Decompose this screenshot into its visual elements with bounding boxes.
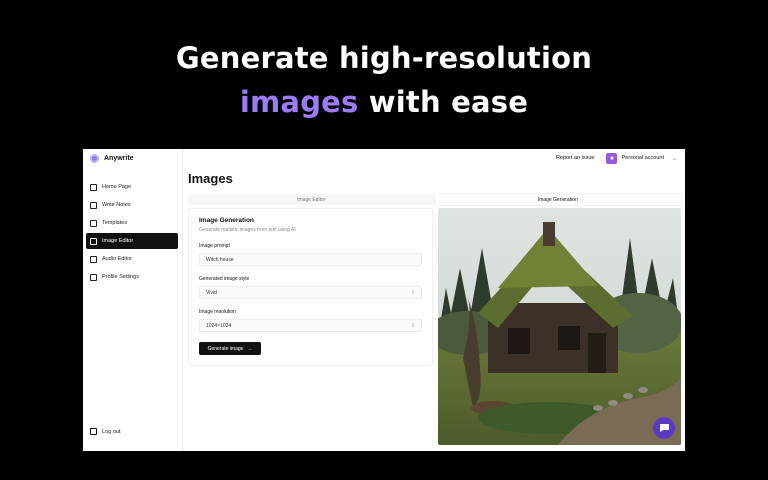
settings-icon bbox=[90, 273, 97, 281]
sidebar-item-home[interactable]: Home Page bbox=[86, 179, 178, 195]
logout-icon bbox=[90, 428, 97, 435]
prompt-label: Image prompt bbox=[199, 243, 230, 249]
brand-logo-icon bbox=[90, 154, 99, 163]
notes-icon bbox=[90, 201, 97, 209]
hero-line-1: Generate high-resolution bbox=[175, 41, 593, 75]
logout-button[interactable]: Log out bbox=[90, 428, 120, 435]
sidebar-item-audio-editor[interactable]: Audio Editor bbox=[86, 251, 178, 267]
brand[interactable]: Anywrite bbox=[90, 154, 134, 163]
image-icon bbox=[90, 237, 97, 245]
sidebar-item-label: Templates bbox=[102, 220, 128, 226]
generate-button-label: Generate image bbox=[207, 345, 244, 352]
prompt-value: Witch house bbox=[206, 256, 234, 263]
topbar: Report an issue ● Personal account ⌄ bbox=[183, 149, 685, 167]
resolution-select[interactable]: 1024×1024 ⇕ bbox=[199, 319, 422, 332]
templates-icon bbox=[90, 219, 97, 227]
audio-icon bbox=[90, 255, 97, 263]
sidebar-nav: Home Page Write Notes Templates Image Ed… bbox=[86, 179, 178, 287]
style-value: Vivid bbox=[206, 289, 217, 296]
sidebar-item-label: Home Page bbox=[102, 184, 132, 190]
chat-icon bbox=[659, 424, 669, 432]
avatar: ● bbox=[606, 152, 618, 164]
hero-accent-word: images bbox=[239, 85, 359, 119]
generate-image-button[interactable]: Generate image → bbox=[199, 342, 261, 355]
generated-image bbox=[438, 208, 681, 445]
style-label: Generated image style bbox=[199, 276, 250, 282]
home-icon bbox=[90, 183, 97, 191]
sidebar-item-write-notes[interactable]: Write Notes bbox=[86, 197, 178, 213]
tab-image-editor[interactable]: Image Editor bbox=[188, 194, 435, 205]
report-issue-link[interactable]: Report an issue bbox=[556, 155, 595, 161]
chevron-updown-icon: ⌄ bbox=[671, 155, 677, 162]
arrow-right-icon: → bbox=[247, 345, 253, 352]
page-title: Images bbox=[188, 171, 233, 186]
style-select[interactable]: Vivid ⇕ bbox=[199, 286, 422, 299]
form-subtitle: Generate realistic images from text usin… bbox=[199, 227, 296, 233]
select-caret-icon: ⇕ bbox=[410, 289, 415, 296]
witch-house-illustration bbox=[438, 208, 681, 445]
image-generation-form: Image Generation Generate realistic imag… bbox=[188, 208, 433, 366]
account-switcher[interactable]: ● Personal account ⌄ bbox=[606, 152, 677, 164]
sidebar-item-label: Audio Editor bbox=[102, 256, 132, 262]
prompt-input[interactable]: Witch house bbox=[199, 253, 422, 266]
hero-heading: Generate high-resolution images with eas… bbox=[0, 36, 768, 124]
brand-name: Anywrite bbox=[104, 155, 134, 162]
select-caret-icon: ⇕ bbox=[410, 322, 415, 329]
app-window: Anywrite Home Page Write Notes Templates… bbox=[83, 149, 685, 451]
sidebar-item-profile-settings[interactable]: Profile Settings bbox=[86, 269, 178, 285]
sidebar-item-label: Write Notes bbox=[102, 202, 131, 208]
resolution-label: Image resolution bbox=[199, 309, 236, 315]
sidebar-item-label: Profile Settings bbox=[102, 274, 139, 280]
resolution-value: 1024×1024 bbox=[206, 322, 232, 329]
hero-line-2-rest: with ease bbox=[358, 85, 529, 119]
sidebar-item-templates[interactable]: Templates bbox=[86, 215, 178, 231]
account-name: Personal account bbox=[621, 155, 664, 161]
sidebar-item-image-editor[interactable]: Image Editor bbox=[86, 233, 178, 249]
user-icon: ● bbox=[609, 154, 615, 162]
form-title: Image Generation bbox=[199, 217, 254, 224]
chat-support-button[interactable] bbox=[653, 417, 675, 439]
sidebar-item-label: Image Editor bbox=[102, 238, 134, 244]
sidebar: Anywrite Home Page Write Notes Templates… bbox=[83, 149, 183, 451]
hero-line-2: images with ease bbox=[0, 80, 768, 124]
tab-image-generation[interactable]: Image Generation bbox=[434, 194, 681, 205]
logout-label: Log out bbox=[102, 428, 121, 435]
tab-bar: Image Editor Image Generation bbox=[188, 194, 681, 205]
